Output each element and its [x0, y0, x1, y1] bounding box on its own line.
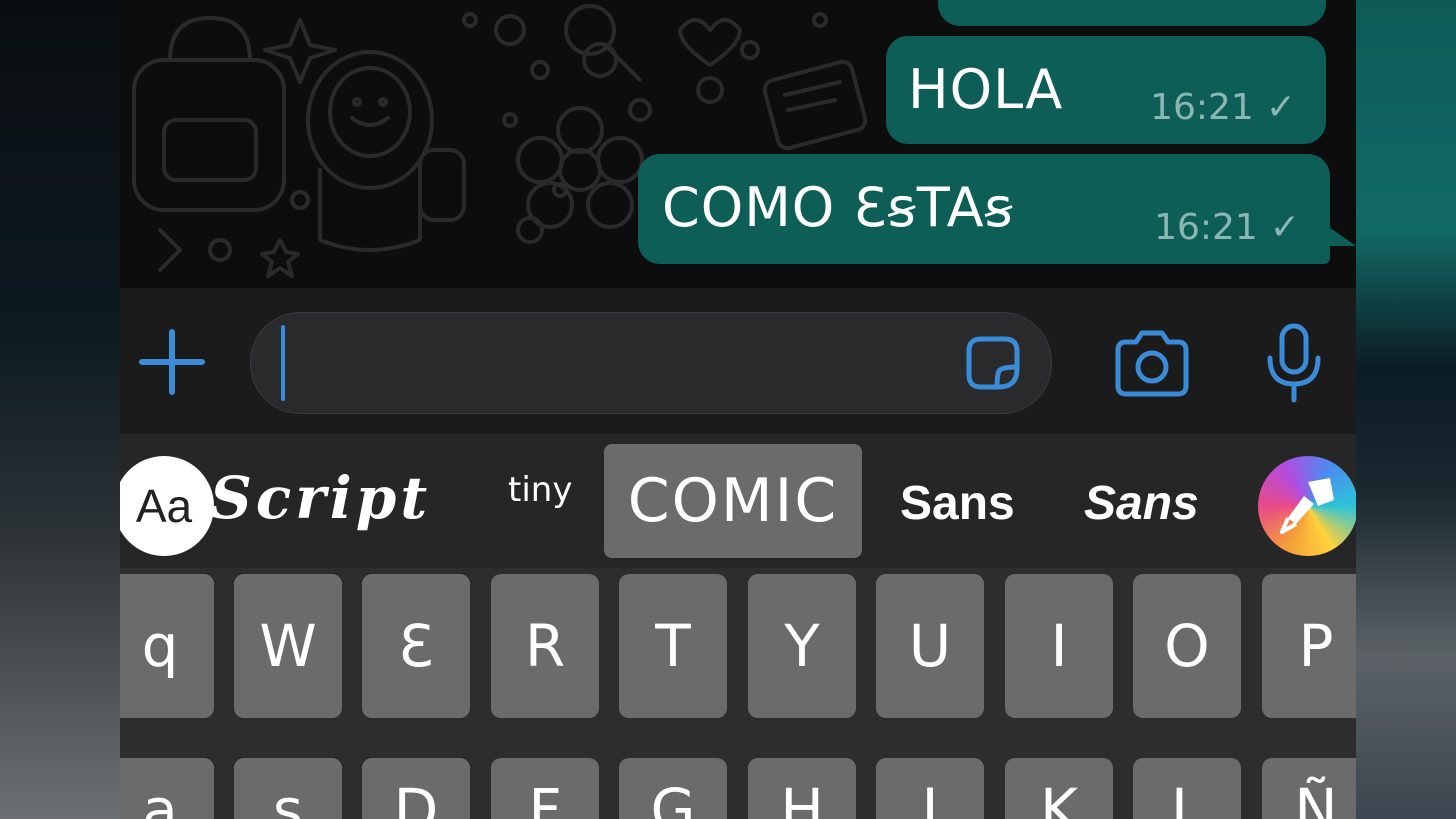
- camera-icon[interactable]: [1112, 328, 1192, 398]
- key-t[interactable]: T: [619, 574, 727, 718]
- chat-area[interactable]: HOLA 16:21 ✓ COMO ƐꞩTAꞩ 16:21 ✓: [120, 0, 1356, 288]
- key-w[interactable]: W: [234, 574, 342, 718]
- message-time: 16:21: [1154, 207, 1258, 248]
- phone-screen: HOLA 16:21 ✓ COMO ƐꞩTAꞩ 16:21 ✓ Script t…: [120, 0, 1356, 819]
- font-option-tiny[interactable]: tiny: [508, 470, 572, 510]
- keyboard: q W Ɛ R T Y U I O P a s D F G H J K L Ñ: [120, 568, 1356, 819]
- font-toggle-button[interactable]: Aa: [120, 456, 214, 556]
- key-d[interactable]: D: [362, 758, 470, 819]
- key-f[interactable]: F: [491, 758, 599, 819]
- key-q[interactable]: q: [120, 574, 214, 718]
- key-r[interactable]: R: [491, 574, 599, 718]
- check-icon: ✓: [1265, 87, 1296, 128]
- plus-icon[interactable]: [138, 328, 206, 396]
- key-i[interactable]: I: [1005, 574, 1113, 718]
- blurred-right-background: [1356, 0, 1456, 819]
- check-icon: ✓: [1269, 207, 1300, 248]
- key-p[interactable]: P: [1262, 574, 1356, 718]
- message-time: 16:21: [1150, 87, 1254, 128]
- key-h[interactable]: H: [748, 758, 856, 819]
- font-option-sans-bold[interactable]: Sans: [900, 476, 1015, 531]
- key-l[interactable]: L: [1133, 758, 1241, 819]
- previous-message-bubble[interactable]: [938, 0, 1326, 26]
- key-n-tilde[interactable]: Ñ: [1262, 758, 1356, 819]
- message-text: HOLA: [908, 58, 1064, 121]
- message-bubble[interactable]: HOLA 16:21 ✓: [886, 36, 1326, 144]
- key-s[interactable]: s: [234, 758, 342, 819]
- key-e[interactable]: Ɛ: [362, 574, 470, 718]
- key-g[interactable]: G: [619, 758, 727, 819]
- key-k[interactable]: K: [1005, 758, 1113, 819]
- key-o[interactable]: O: [1133, 574, 1241, 718]
- message-meta: 16:21 ✓: [1150, 87, 1296, 128]
- message-bubble[interactable]: COMO ƐꞩTAꞩ 16:21 ✓: [638, 154, 1330, 264]
- key-a[interactable]: a: [120, 758, 214, 819]
- paintbrush-icon: [1280, 478, 1334, 534]
- message-input[interactable]: [250, 312, 1052, 414]
- key-j[interactable]: J: [876, 758, 984, 819]
- theme-button[interactable]: [1258, 456, 1356, 556]
- key-y[interactable]: Y: [748, 574, 856, 718]
- blurred-left-background: [0, 0, 120, 819]
- text-cursor: [281, 325, 285, 401]
- microphone-icon[interactable]: [1262, 322, 1326, 404]
- font-style-bar: Script tiny COMIC Sans Sans Aa: [120, 434, 1356, 568]
- font-option-sans-italic[interactable]: Sans: [1084, 476, 1199, 531]
- bubble-tail: [1316, 218, 1356, 246]
- font-option-comic[interactable]: COMIC: [604, 444, 862, 558]
- key-u[interactable]: U: [876, 574, 984, 718]
- sticker-icon[interactable]: [961, 331, 1025, 395]
- message-text: COMO ƐꞩTAꞩ: [662, 176, 1014, 239]
- message-meta: 16:21 ✓: [1154, 207, 1300, 248]
- composer-bar: [120, 288, 1356, 434]
- font-option-script[interactable]: Script: [210, 464, 431, 532]
